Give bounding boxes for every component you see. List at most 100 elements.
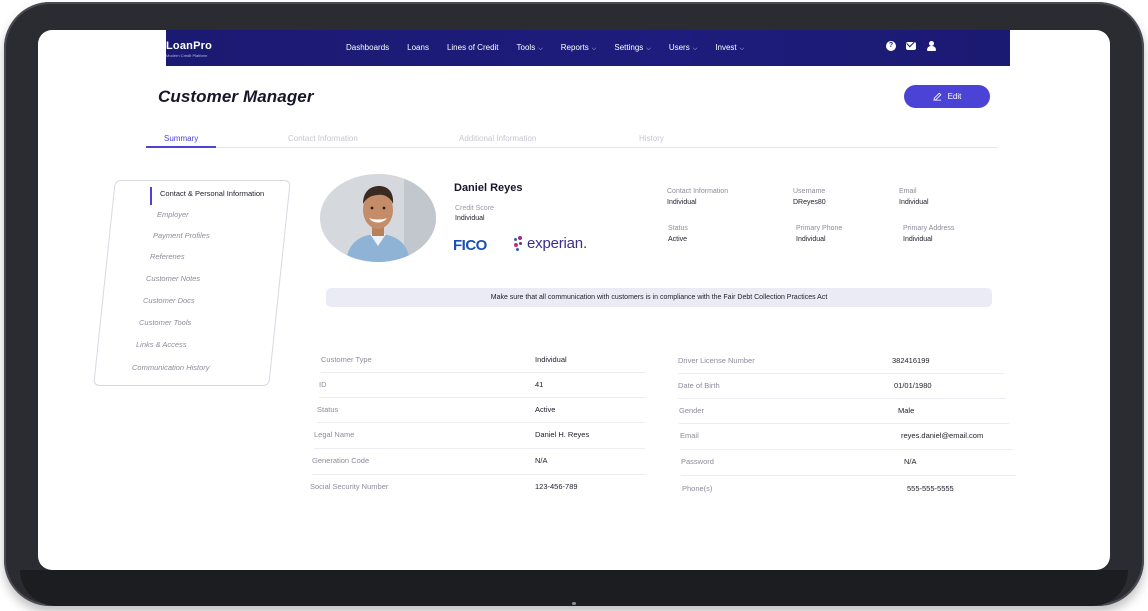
tab-bar: Summary Contact Information Additional I… (146, 132, 998, 148)
nav-lines-of-credit[interactable]: Lines of Credit (447, 43, 499, 53)
section-payment-profiles[interactable]: Payment Profiles (153, 231, 210, 240)
credit-score-label: Credit Score (455, 205, 494, 212)
tab-contact-information[interactable]: Contact Information (288, 134, 358, 143)
detail-divider (312, 474, 645, 475)
nav-loans[interactable]: Loans (407, 43, 429, 53)
experian-dots-icon (514, 235, 524, 252)
tab-active-indicator (146, 146, 216, 148)
tablet-port (572, 602, 576, 605)
primary-address-value: Individual (903, 236, 933, 243)
status-label: Status (668, 225, 688, 232)
detail-value: Male (898, 406, 915, 415)
compliance-notice-text: Make sure that all communication with cu… (490, 294, 828, 301)
section-customer-tools[interactable]: Customer Tools (139, 318, 191, 327)
detail-label: Email (680, 431, 699, 440)
nav-label: Loans (407, 43, 429, 52)
experian-text: experian. (527, 235, 587, 252)
detail-label: Phone(s) (682, 484, 713, 493)
section-links-access[interactable]: Links & Access (136, 340, 187, 349)
detail-value: Individual (535, 355, 567, 364)
detail-label: Social Security Number (310, 482, 389, 491)
nav-label: Reports (560, 43, 589, 52)
mail-icon[interactable] (906, 42, 916, 50)
tablet-bezel-bottom (20, 570, 1128, 606)
detail-label: Status (317, 405, 339, 414)
detail-divider (679, 423, 1009, 424)
nav-dashboards[interactable]: Dashboards (346, 43, 389, 53)
nav-reports[interactable]: Reports ⌵ (561, 43, 597, 53)
detail-label: Gender (679, 406, 705, 415)
detail-divider (678, 398, 1006, 399)
chevron-down-icon: ⌵ (692, 46, 698, 52)
nav-label: Dashboards (346, 43, 390, 52)
chevron-down-icon: ⌵ (739, 46, 745, 52)
tab-summary[interactable]: Summary (164, 134, 198, 143)
detail-value: Daniel H. Reyes (535, 430, 590, 439)
section-contact-personal-information[interactable]: Contact & Personal Information (160, 189, 264, 198)
nav-tools[interactable]: Tools ⌵ (517, 43, 543, 53)
nav-users[interactable]: Users ⌵ (669, 43, 697, 53)
logo-tagline: Modern Credit Platform (166, 53, 208, 58)
detail-value: 41 (535, 380, 544, 389)
detail-label: ID (319, 380, 327, 389)
detail-value: 555-555-5555 (907, 484, 954, 493)
nav-label: Invest (715, 43, 737, 52)
section-customer-docs[interactable]: Customer Docs (143, 296, 195, 305)
compliance-notice: Make sure that all communication with cu… (326, 288, 992, 307)
section-employer[interactable]: Employer (157, 210, 189, 219)
detail-value: 123-456-789 (535, 482, 578, 491)
contact-information-value: Individual (667, 199, 697, 206)
help-icon[interactable]: ? (886, 41, 896, 51)
edit-label: Edit (947, 92, 962, 101)
detail-value: reyes.daniel@email.com (901, 431, 984, 440)
customer-name: Daniel Reyes (454, 182, 523, 194)
status-value: Active (668, 236, 688, 243)
experian-logo: experian. (514, 235, 587, 252)
edit-button[interactable]: Edit (904, 85, 990, 108)
detail-label: Generation Code (312, 456, 370, 465)
pencil-icon (932, 92, 941, 101)
screen: LoanPro Modern Credit Platform Dashboard… (38, 30, 1110, 570)
section-references[interactable]: Referenes (150, 252, 185, 261)
detail-divider (681, 475, 1016, 476)
loanpro-logo[interactable]: LoanPro Modern Credit Platform (166, 40, 228, 58)
detail-label: Driver License Number (678, 356, 755, 365)
email-value: Individual (899, 199, 929, 206)
detail-divider (314, 448, 645, 449)
detail-value: 01/01/1980 (894, 381, 932, 390)
user-icon[interactable] (926, 41, 936, 51)
top-navigation-bar: LoanPro Modern Credit Platform Dashboard… (166, 30, 1010, 66)
section-communication-history[interactable]: Communication History (132, 363, 210, 372)
section-customer-notes[interactable]: Customer Notes (146, 274, 200, 283)
nav-label: Settings (614, 43, 644, 52)
detail-divider (317, 422, 645, 423)
chevron-down-icon: ⌵ (538, 46, 543, 52)
detail-value: 382416199 (892, 356, 930, 365)
detail-value: N/A (904, 457, 917, 466)
logo-text: LoanPro (166, 40, 213, 52)
nav-label: Tools (516, 43, 536, 52)
detail-label: Legal Name (314, 430, 355, 439)
detail-divider (321, 372, 645, 373)
section-nav-card (93, 180, 291, 386)
nav-settings[interactable]: Settings ⌵ (614, 43, 650, 53)
detail-label: Password (681, 457, 714, 466)
section-active-indicator (150, 187, 152, 205)
chevron-down-icon: ⌵ (591, 46, 597, 52)
detail-divider (678, 373, 1004, 374)
fico-logo: FICO (453, 237, 487, 254)
tab-history[interactable]: History (639, 134, 664, 143)
avatar (320, 174, 436, 262)
primary-phone-value: Individual (796, 236, 826, 243)
page-title: Customer Manager (158, 87, 314, 106)
top-icons: ? (886, 41, 936, 51)
nav-invest[interactable]: Invest ⌵ (715, 43, 744, 53)
username-label: Username (793, 188, 826, 195)
tab-additional-information[interactable]: Additional Information (459, 134, 536, 143)
detail-divider (680, 449, 1013, 450)
contact-information-label: Contact Information (667, 188, 729, 195)
main-nav: Dashboards Loans Lines of Credit Tools ⌵ … (346, 43, 762, 53)
username-value: DReyes80 (793, 199, 826, 206)
nav-label: Users (668, 43, 690, 52)
detail-divider (319, 397, 645, 398)
